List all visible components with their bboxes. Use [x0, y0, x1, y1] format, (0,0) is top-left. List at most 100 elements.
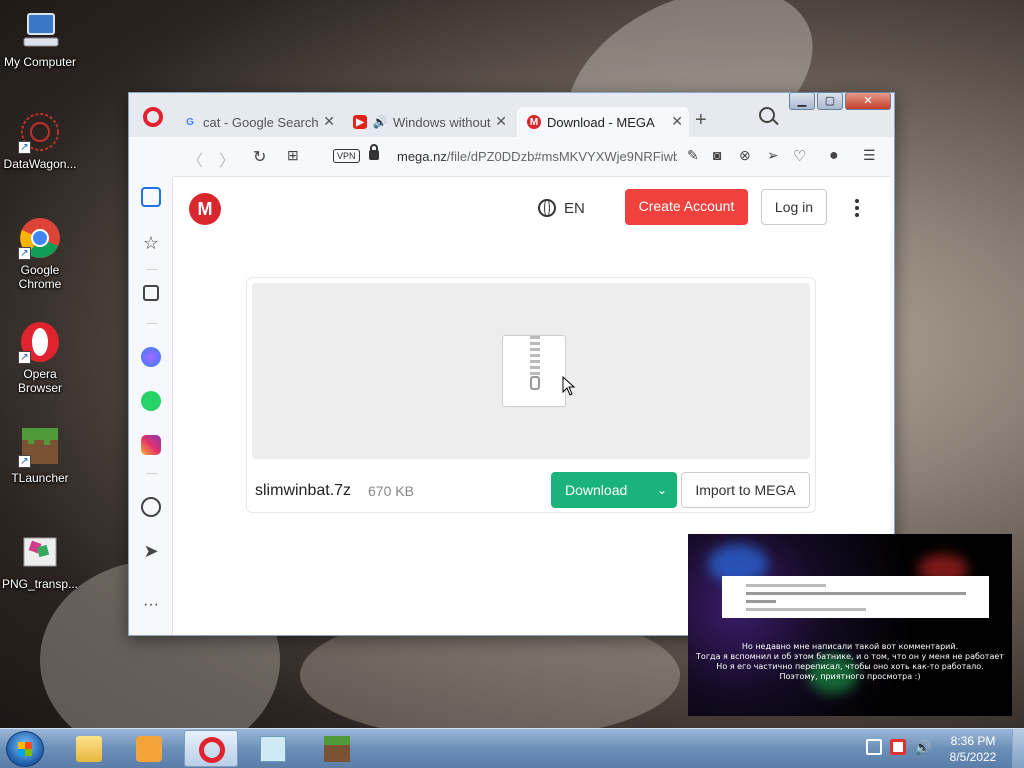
- taskbar-tlauncher[interactable]: [310, 730, 364, 767]
- desktop-icon-datawagon[interactable]: ↗ DataWagon...: [0, 110, 80, 171]
- file-size: 670 KB: [368, 483, 414, 499]
- taskbar: 🔊 8:36 PM 8/5/2022: [0, 728, 1024, 768]
- shortcut-arrow-icon: ↗: [18, 247, 31, 260]
- desktop-icon-label: DataWagon...: [3, 157, 77, 171]
- media-player-icon: [136, 736, 162, 762]
- more-menu-icon[interactable]: [855, 199, 859, 217]
- language-label: EN: [564, 199, 585, 217]
- speed-dial-icon[interactable]: ⊞: [287, 147, 299, 164]
- desktop-icon-label: Google Chrome: [18, 263, 62, 291]
- opera-menu-icon[interactable]: [143, 107, 163, 127]
- sidebar-divider: [147, 269, 157, 270]
- desktop-icon-tlauncher[interactable]: ↗ TLauncher: [0, 424, 80, 485]
- edit-icon[interactable]: ✎: [687, 147, 699, 164]
- lock-icon[interactable]: [369, 144, 379, 160]
- close-window-button[interactable]: ✕: [845, 92, 891, 110]
- video-overlay[interactable]: Но недавно мне написали такой вот коммен…: [688, 534, 1012, 716]
- mega-logo[interactable]: M: [189, 193, 221, 225]
- zip-file-icon: [502, 335, 566, 407]
- folder-icon: [76, 736, 102, 762]
- url-host: mega.nz: [397, 149, 447, 164]
- search-tabs-icon[interactable]: [759, 107, 775, 123]
- tab-youtube[interactable]: ▶ 🔊 Windows without ✕: [343, 107, 513, 137]
- clock-time: 8:36 PM: [950, 734, 996, 748]
- shortcut-arrow-icon: ↗: [18, 141, 31, 154]
- globe-icon: [538, 199, 556, 217]
- taskbar-notepad[interactable]: [246, 730, 300, 767]
- chevron-down-icon[interactable]: ⌄: [657, 472, 667, 508]
- profile-icon[interactable]: ●: [829, 147, 839, 165]
- speaker-icon[interactable]: 🔊: [373, 115, 388, 129]
- youtube-favicon-icon: ▶: [353, 115, 367, 129]
- clock-date: 8/5/2022: [949, 750, 997, 764]
- player-icon[interactable]: [141, 497, 161, 517]
- reload-icon[interactable]: ↻: [253, 147, 266, 167]
- heart-icon[interactable]: ♡: [793, 147, 806, 165]
- create-account-button[interactable]: Create Account: [625, 189, 748, 225]
- taskbar-opera[interactable]: [184, 730, 238, 767]
- send-flow-icon[interactable]: ➤: [141, 541, 161, 561]
- close-icon[interactable]: ✕: [323, 113, 335, 130]
- datawagon-icon: ↗: [18, 110, 62, 154]
- new-tab-button[interactable]: +: [695, 109, 707, 132]
- system-tray: 🔊: [866, 739, 931, 755]
- taskbar-clock[interactable]: 8:36 PM 8/5/2022: [936, 733, 1010, 765]
- download-label: Download: [565, 482, 628, 498]
- login-button[interactable]: Log in: [761, 189, 827, 225]
- download-button[interactable]: Download ⌄: [551, 472, 677, 508]
- file-name: slimwinbat.7z: [255, 482, 352, 499]
- adblock-icon[interactable]: ⊗: [739, 147, 751, 164]
- easy-setup-icon[interactable]: ☰: [863, 147, 876, 164]
- desktop-icon-label: TLauncher: [11, 471, 69, 485]
- google-favicon-icon: G: [186, 116, 194, 128]
- send-icon[interactable]: ➢: [767, 147, 779, 164]
- address-bar[interactable]: mega.nz/file/dPZ0DDzb#msMKVYXWje9NRFiwb: [397, 149, 677, 164]
- opera-icon: [199, 737, 225, 763]
- action-center-icon[interactable]: [890, 739, 906, 755]
- volume-icon[interactable]: 🔊: [914, 739, 931, 755]
- notepad-icon: [260, 736, 286, 762]
- mouse-cursor-icon: [562, 376, 576, 396]
- show-desktop-button[interactable]: [1012, 729, 1024, 768]
- tab-google-search[interactable]: G cat - Google Search ✕: [173, 107, 341, 137]
- sidebar-divider: [147, 473, 157, 474]
- tab-label: cat - Google Search: [203, 114, 319, 130]
- instagram-icon[interactable]: [141, 435, 161, 455]
- bookmarks-star-icon[interactable]: ☆: [141, 233, 161, 253]
- tab-mega-download[interactable]: M Download - MEGA ✕: [517, 107, 689, 137]
- tab-label: Windows without: [393, 114, 491, 130]
- tab-label: Download - MEGA: [547, 114, 655, 130]
- desktop-icon-google-chrome[interactable]: ↗ Google Chrome: [0, 216, 80, 291]
- taskbar-explorer[interactable]: [62, 730, 116, 767]
- messenger-icon[interactable]: [141, 347, 161, 367]
- shopping-bag-icon[interactable]: [143, 285, 159, 301]
- taskbar-media-player[interactable]: [122, 730, 176, 767]
- import-to-mega-button[interactable]: Import to MEGA: [681, 472, 810, 508]
- tlauncher-icon: [324, 736, 350, 762]
- file-preview: [252, 283, 810, 459]
- whatsapp-icon[interactable]: [141, 391, 161, 411]
- home-icon[interactable]: [141, 187, 161, 207]
- sidebar-divider: [147, 323, 157, 324]
- camera-icon[interactable]: ◙: [713, 147, 721, 163]
- vpn-badge[interactable]: VPN: [333, 149, 360, 163]
- start-button[interactable]: [6, 731, 44, 767]
- tlauncher-icon: ↗: [18, 424, 62, 468]
- opera-sidebar: ☆ ➤ ···: [129, 177, 173, 635]
- desktop-icon-png-file[interactable]: PNG_transp...: [0, 530, 80, 591]
- tab-bar: G cat - Google Search ✕ ▶ 🔊 Windows with…: [129, 92, 894, 137]
- maximize-button[interactable]: ▢: [817, 92, 843, 110]
- close-icon[interactable]: ✕: [671, 113, 683, 130]
- language-selector[interactable]: EN: [538, 199, 585, 217]
- close-icon[interactable]: ✕: [495, 113, 507, 130]
- back-icon[interactable]: 〈: [187, 147, 203, 171]
- forward-icon[interactable]: 〉: [219, 147, 235, 171]
- more-icon[interactable]: ···: [141, 595, 161, 615]
- address-toolbar: 〈 〉 ↻ ⊞ VPN mega.nz/file/dPZ0DDzb#msMKVY…: [173, 137, 890, 177]
- opera-icon: ↗: [18, 320, 62, 364]
- minimize-button[interactable]: ▁: [789, 92, 815, 110]
- desktop-icon-label: Opera Browser: [17, 367, 62, 395]
- desktop-icon-my-computer[interactable]: My Computer: [0, 8, 80, 69]
- network-icon[interactable]: [866, 739, 882, 755]
- desktop-icon-opera-browser[interactable]: ↗ Opera Browser: [0, 320, 80, 395]
